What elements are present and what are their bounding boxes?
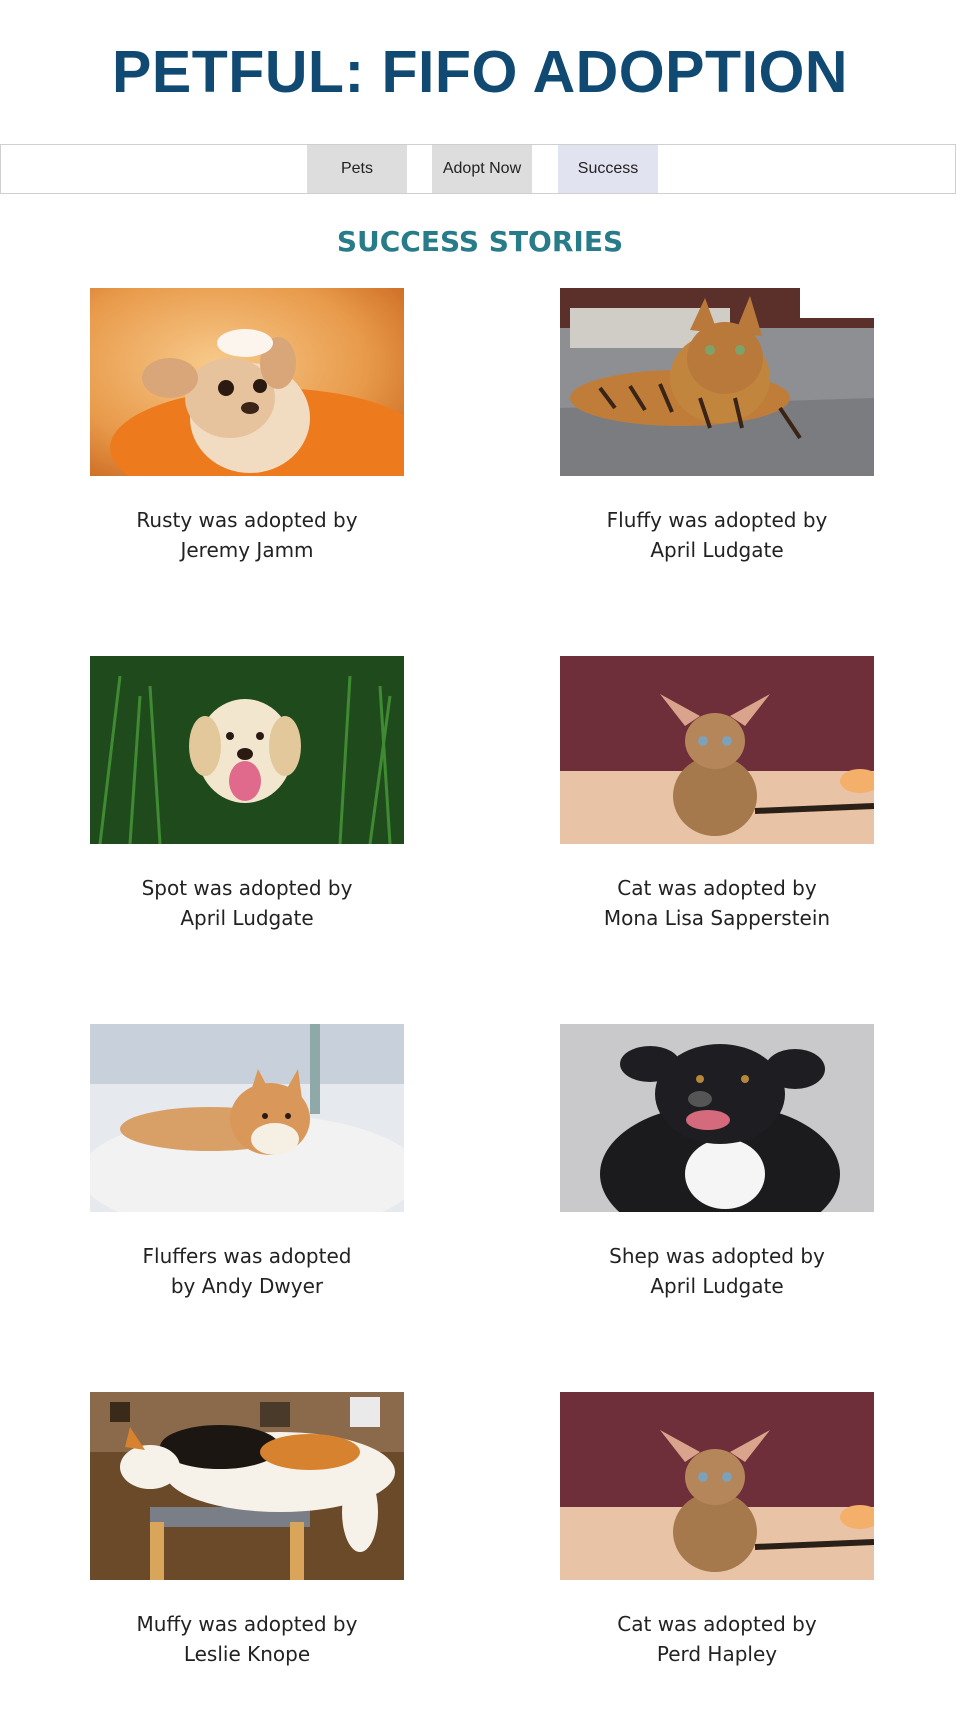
story-caption: Fluffers was adopted by Andy Dwyer [142,1244,352,1298]
story-card: Cat was adopted by Mona Lisa Sapperstein [560,656,874,933]
calico-cat-photo [90,1392,404,1580]
story-card: Fluffy was adopted by April Ludgate [560,288,874,565]
story-caption: Cat was adopted by Mona Lisa Sapperstein [603,876,831,930]
story-card: Rusty was adopted by Jeremy Jamm [90,288,404,565]
story-card: Fluffers was adopted by Andy Dwyer [90,1024,404,1301]
site-title: PETFUL: FIFO ADOPTION [112,39,848,105]
golden-retriever-photo [90,656,404,844]
story-card: Cat was adopted by Perd Hapley [560,1392,874,1669]
story-caption: Cat was adopted by Perd Hapley [617,1612,817,1666]
story-card: Shep was adopted by April Ludgate [560,1024,874,1301]
nav-bar: Pets Adopt Now Success [0,144,956,194]
nav-success-button[interactable]: Success [558,145,658,193]
kitten-photo [560,656,874,844]
story-caption: Spot was adopted by April Ludgate [141,876,353,930]
story-caption: Rusty was adopted by Jeremy Jamm [136,508,358,562]
shiba-inu-photo [90,1024,404,1212]
nav-pets-button[interactable]: Pets [307,145,407,193]
kitten-photo [560,1392,874,1580]
story-caption: Shep was adopted by April Ludgate [609,1244,825,1298]
bengal-cat-photo [560,288,874,476]
nav-adopt-now-button[interactable]: Adopt Now [432,145,532,193]
chihuahua-photo [90,288,404,476]
story-caption: Muffy was adopted by Leslie Knope [136,1612,358,1666]
success-stories-heading: SUCCESS STORIES [336,225,624,258]
story-card: Muffy was adopted by Leslie Knope [90,1392,404,1669]
story-caption: Fluffy was adopted by April Ludgate [606,508,828,562]
story-card: Spot was adopted by April Ludgate [90,656,404,933]
black-dog-photo [560,1024,874,1212]
